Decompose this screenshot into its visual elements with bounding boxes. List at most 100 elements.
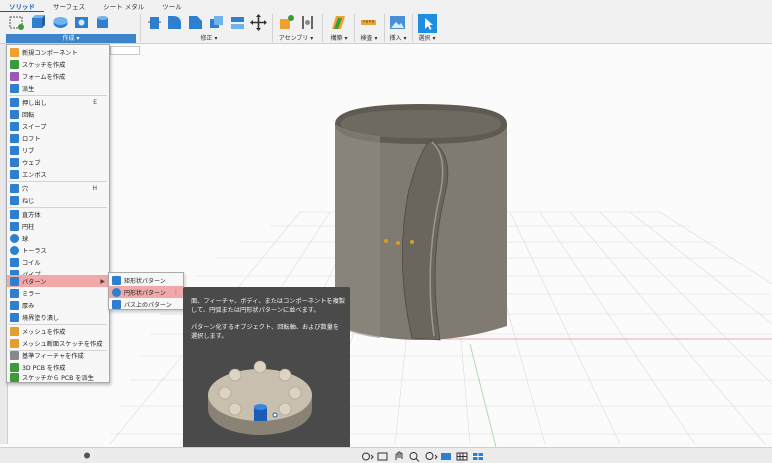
menu-item-sphere[interactable]: 球: [7, 232, 109, 244]
group-divider: [140, 14, 141, 42]
menu-item-hole[interactable]: 穴H: [7, 182, 109, 194]
zoom-window-icon[interactable]: [424, 451, 438, 462]
display-settings-icon[interactable]: [440, 451, 454, 462]
menu-item-torus[interactable]: トーラス: [7, 244, 109, 256]
mesh-section-icon: [10, 338, 19, 348]
measure-icon[interactable]: [360, 14, 377, 31]
menu-item-derive-pcb[interactable]: スケッチから PCB を派生: [7, 371, 109, 383]
box-icon: [10, 209, 19, 219]
hole-icon: [10, 183, 19, 193]
thread-icon: [10, 195, 19, 205]
offset-plane-icon[interactable]: [330, 14, 347, 31]
group-divider: [412, 14, 413, 42]
sketch-icon: [10, 59, 19, 69]
tab-sheet-metal[interactable]: シート メタル: [94, 2, 153, 12]
grid-settings-icon[interactable]: [456, 451, 470, 462]
joint-marker: [384, 239, 388, 243]
menu-item-boundary-fill[interactable]: 境界塗り潰し: [7, 311, 109, 323]
submenu-item-path-pattern[interactable]: パス上のパターン: [109, 298, 183, 310]
menu-item-pattern[interactable]: パターン ▶: [7, 275, 109, 287]
revolve-icon[interactable]: [52, 14, 69, 31]
menu-item-revolve[interactable]: 回転: [7, 108, 109, 120]
canvas-viewport[interactable]: [0, 44, 772, 463]
orbit-icon[interactable]: [360, 451, 374, 462]
mirror-icon: [10, 288, 19, 298]
hole-icon[interactable]: [73, 14, 90, 31]
menu-item-cylinder[interactable]: 円柱: [7, 220, 109, 232]
menu-item-sweep[interactable]: スイープ: [7, 120, 109, 132]
combine-icon[interactable]: [229, 14, 246, 31]
tab-tools[interactable]: ツール: [153, 2, 191, 12]
more-options-icon[interactable]: ⋮: [173, 289, 179, 296]
menu-item-emboss[interactable]: エンボス: [7, 168, 109, 180]
new-sketch-icon[interactable]: [8, 14, 25, 31]
create-menu-button[interactable]: 作成 ▾: [6, 34, 136, 43]
settings-dot-icon[interactable]: [82, 451, 92, 460]
revolve-icon: [10, 109, 19, 119]
chamfer-icon[interactable]: [187, 14, 204, 31]
menu-item-mirror[interactable]: ミラー: [7, 287, 109, 299]
construct-menu-button[interactable]: 構築 ▾: [326, 34, 352, 43]
pcb-derive-icon: [10, 372, 19, 382]
submenu-item-circular-pattern[interactable]: 円形状パターン ⋮: [109, 286, 183, 298]
zoom-icon[interactable]: [408, 451, 422, 462]
menu-item-loft[interactable]: ロフト: [7, 132, 109, 144]
menu-item-rib[interactable]: リブ: [7, 144, 109, 156]
fusion-window: ソリッド サーフェス シート メタル ツール 作成 ▾ 修正 ▾ アセンブリ ▾…: [0, 0, 772, 463]
menu-item-create-form[interactable]: フォームを作成: [7, 70, 109, 82]
pan-icon[interactable]: [392, 451, 406, 462]
tooltip-detail: パターン化するオブジェクト、回転軸、および数量を選択します。: [191, 324, 340, 340]
shell-icon[interactable]: [208, 14, 225, 31]
navigation-toolbar: [360, 450, 488, 462]
joint-marker: [410, 240, 414, 244]
insert-menu-button[interactable]: 挿入 ▾: [386, 34, 410, 43]
tab-surface[interactable]: サーフェス: [44, 2, 94, 12]
menu-item-thicken[interactable]: 厚み: [7, 299, 109, 311]
insert-image-icon[interactable]: [389, 14, 406, 31]
inspect-menu-button[interactable]: 検査 ▾: [355, 34, 383, 43]
form-icon: [10, 71, 19, 81]
ribbon-toolbar: ソリッド サーフェス シート メタル ツール 作成 ▾ 修正 ▾ アセンブリ ▾…: [0, 0, 772, 44]
pattern-icon: [10, 276, 19, 286]
base-feature-icon: [10, 350, 19, 360]
menu-item-base-feature[interactable]: 基準フィーチャを作成: [7, 349, 109, 361]
rib-icon: [10, 145, 19, 155]
move-icon[interactable]: [250, 14, 267, 31]
press-pull-icon[interactable]: [146, 14, 163, 31]
menu-item-box[interactable]: 直方体: [7, 208, 109, 220]
group-divider: [272, 14, 273, 42]
submenu-item-rect-pattern[interactable]: 矩形状パターン: [109, 274, 183, 286]
command-tooltip: 面、フィーチャ、ボディ、またはコンポーネントを複製して、円弧または円形状パターン…: [183, 287, 350, 452]
tab-solid[interactable]: ソリッド: [0, 2, 44, 12]
new-component-icon: [10, 47, 19, 57]
sweep-icon: [10, 121, 19, 131]
menu-item-mesh-section-sketch[interactable]: メッシュ断面スケッチを作成: [7, 337, 109, 349]
menu-item-thread[interactable]: ねじ: [7, 194, 109, 206]
menu-item-extrude[interactable]: 押し出し E: [7, 96, 109, 108]
group-divider: [384, 14, 385, 42]
new-component-tool-icon[interactable]: [278, 14, 295, 31]
circular-pattern-icon: [112, 287, 121, 297]
browser-search-field[interactable]: [110, 46, 140, 55]
modify-menu-button[interactable]: 修正 ▾: [150, 34, 268, 43]
derive-icon: [10, 83, 19, 93]
mesh-icon: [10, 326, 19, 336]
joint-icon[interactable]: [299, 14, 316, 31]
menu-item-web[interactable]: ウェブ: [7, 156, 109, 168]
web-icon: [10, 157, 19, 167]
ribbon-tabs: ソリッド サーフェス シート メタル ツール: [0, 2, 191, 12]
menu-item-coil[interactable]: コイル: [7, 256, 109, 268]
cylinder-tool-icon[interactable]: [94, 14, 111, 31]
menu-item-create-mesh[interactable]: メッシュを作成: [7, 325, 109, 337]
select-icon[interactable]: [418, 14, 437, 33]
extrude-icon[interactable]: [29, 14, 46, 31]
menu-item-derive[interactable]: 派生: [7, 82, 109, 94]
look-at-icon[interactable]: [376, 451, 390, 462]
select-menu-button[interactable]: 選択 ▾: [414, 34, 440, 43]
menu-item-new-component[interactable]: 新規コンポーネント: [7, 46, 109, 58]
menu-item-create-sketch[interactable]: スケッチを作成: [7, 58, 109, 70]
assemble-menu-button[interactable]: アセンブリ ▾: [276, 34, 316, 43]
viewports-icon[interactable]: [472, 451, 486, 462]
torus-icon: [10, 245, 19, 255]
fillet-icon[interactable]: [166, 14, 183, 31]
